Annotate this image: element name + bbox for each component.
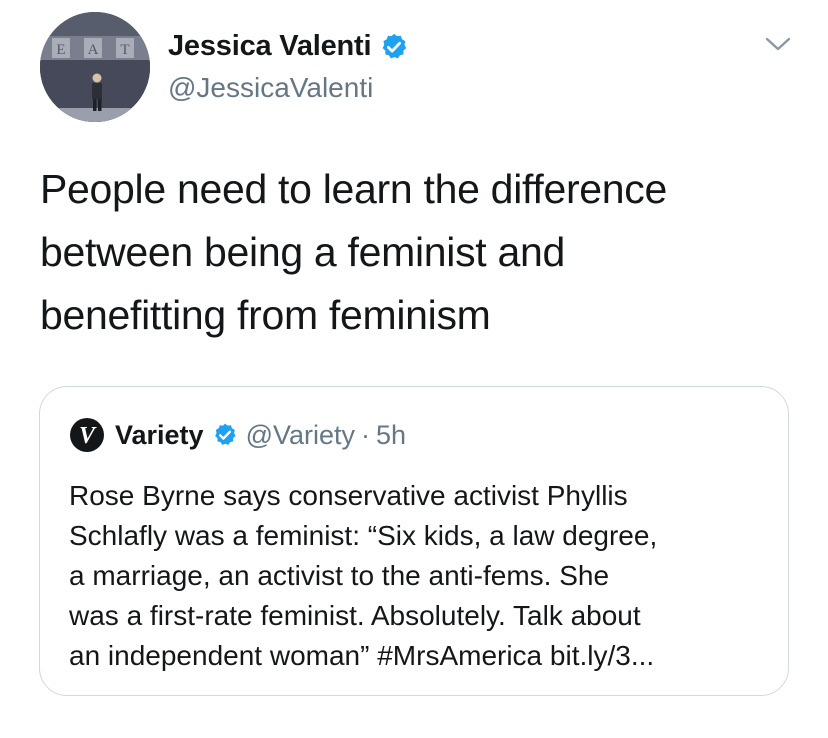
quoted-tweet-header: V Variety @Variety · 5h [69,416,406,454]
author-display-name[interactable]: Jessica Valenti [168,30,409,63]
variety-logo-icon: V [70,418,104,452]
author-name-text: Jessica Valenti [168,30,372,62]
variety-logo-letter: V [79,423,97,449]
avatar-sign-letter: A [88,42,99,58]
author-avatar[interactable]: E A T [40,12,150,122]
verified-badge-icon [214,423,236,445]
avatar-sign-letter: E [56,42,65,58]
quoted-tweet-text: Rose Byrne says conservative activist Ph… [69,480,658,671]
avatar-sign-letter: T [120,42,129,58]
quoted-author-name[interactable]: Variety [115,420,204,451]
tweet-text: People need to learn the difference betw… [40,166,668,338]
verified-badge-icon [383,33,407,58]
separator-dot: · [361,419,371,450]
author-handle[interactable]: @JessicaValenti [168,72,373,104]
quoted-tweet-card[interactable]: V Variety @Variety · 5h Rose Byrne says … [39,386,789,696]
chevron-down-icon[interactable] [764,34,792,54]
avatar-image: E A T [40,12,150,122]
quoted-author-handle[interactable]: @Variety [246,420,355,451]
quoted-timestamp[interactable]: 5h [376,420,406,451]
